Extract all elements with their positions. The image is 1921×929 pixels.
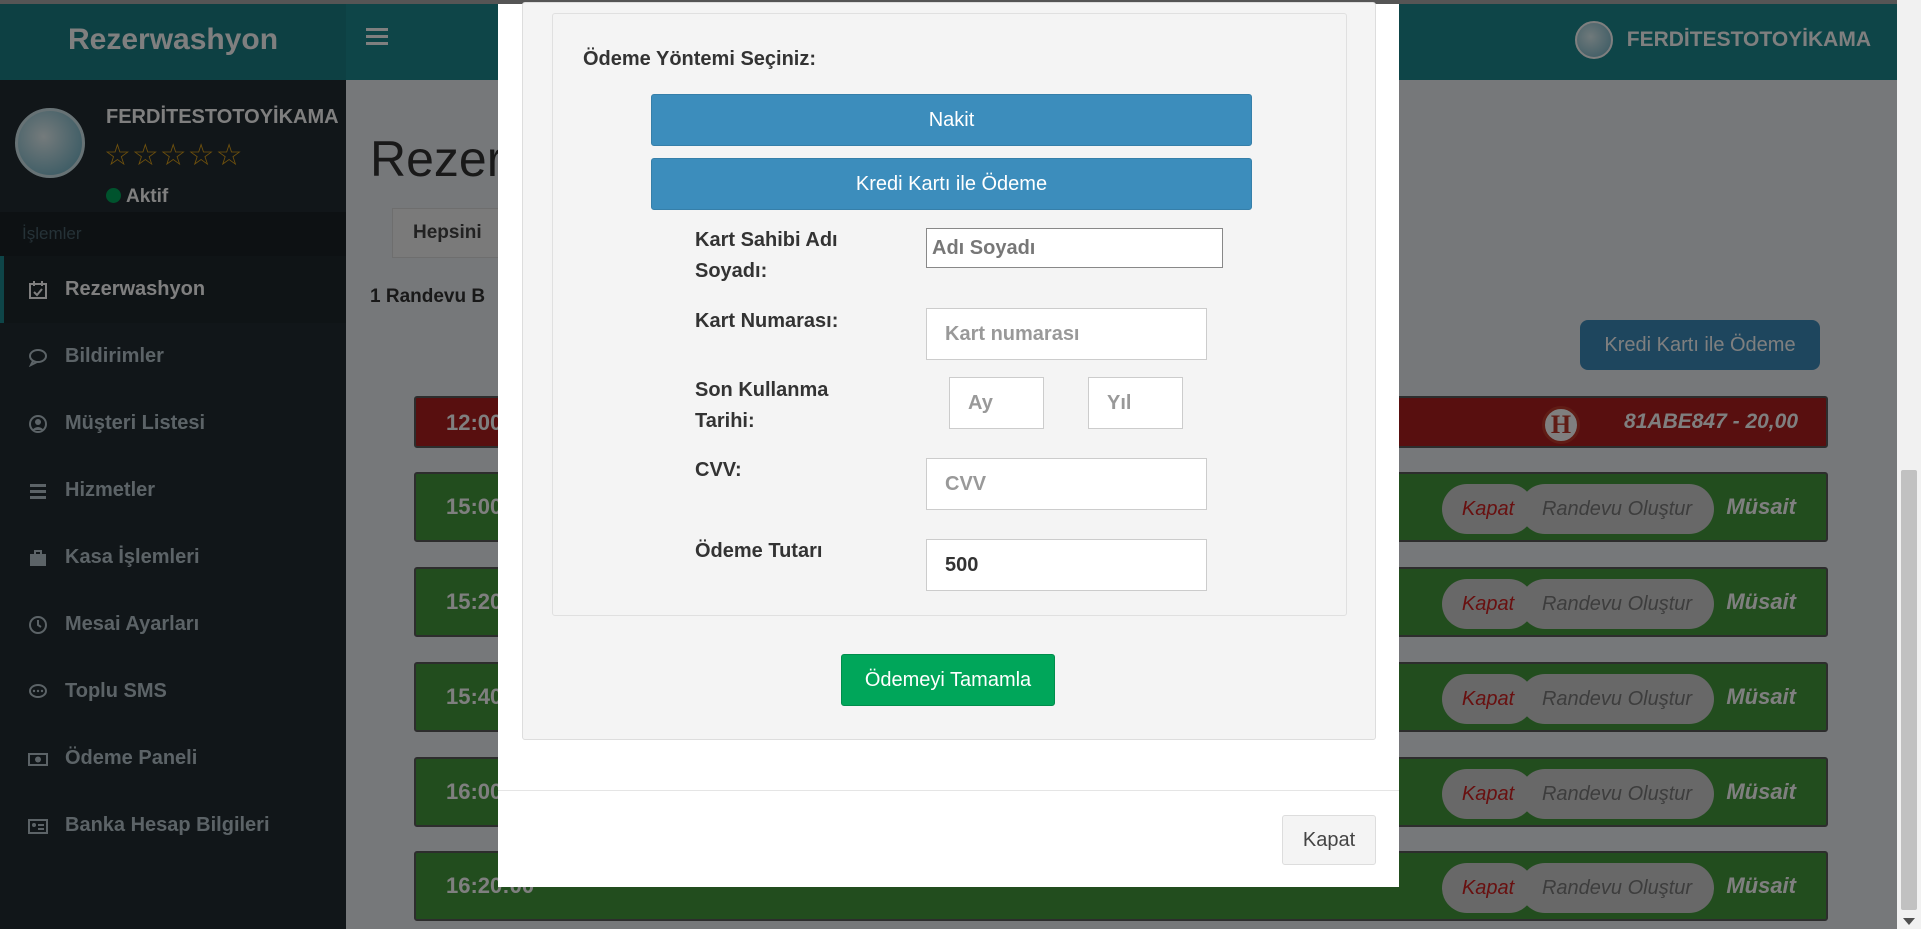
expiry-month-input[interactable]: Ay <box>949 377 1044 429</box>
card-holder-input[interactable]: Adı Soyadı <box>926 228 1223 268</box>
scrollbar-thumb[interactable] <box>1901 470 1917 910</box>
amount-input[interactable]: 500 <box>926 539 1207 591</box>
modal-footer: Kapat <box>498 790 1399 887</box>
cash-button[interactable]: Nakit <box>651 94 1252 146</box>
payment-form: Ödeme Yöntemi Seçiniz: Nakit Kredi Kartı… <box>552 13 1347 616</box>
amount-label: Ödeme Tutarı <box>695 540 823 562</box>
close-modal-button[interactable]: Kapat <box>1282 815 1376 865</box>
cvv-input[interactable]: CVV <box>926 458 1207 510</box>
scroll-down-arrow-icon[interactable] <box>1903 918 1915 925</box>
complete-payment-button[interactable]: Ödemeyi Tamamla <box>841 654 1055 706</box>
expiry-year-input[interactable]: Yıl <box>1088 377 1183 429</box>
payment-panel: Ödeme Yöntemi Seçiniz: Nakit Kredi Kartı… <box>522 2 1376 740</box>
payment-modal: Ödeme Yöntemi Seçiniz: Nakit Kredi Kartı… <box>498 2 1399 887</box>
card-number-input[interactable]: Kart numarası <box>926 308 1207 360</box>
payment-method-label: Ödeme Yöntemi Seçiniz: <box>583 48 817 70</box>
expiry-label: Son Kullanma Tarihi: <box>695 379 829 432</box>
credit-card-button[interactable]: Kredi Kartı ile Ödeme <box>651 158 1252 210</box>
page-scrollbar[interactable] <box>1897 0 1921 929</box>
card-number-label: Kart Numarası: <box>695 310 839 332</box>
cvv-label: CVV: <box>695 459 742 481</box>
card-holder-label: Kart Sahibi Adı Soyadı: <box>695 229 838 282</box>
